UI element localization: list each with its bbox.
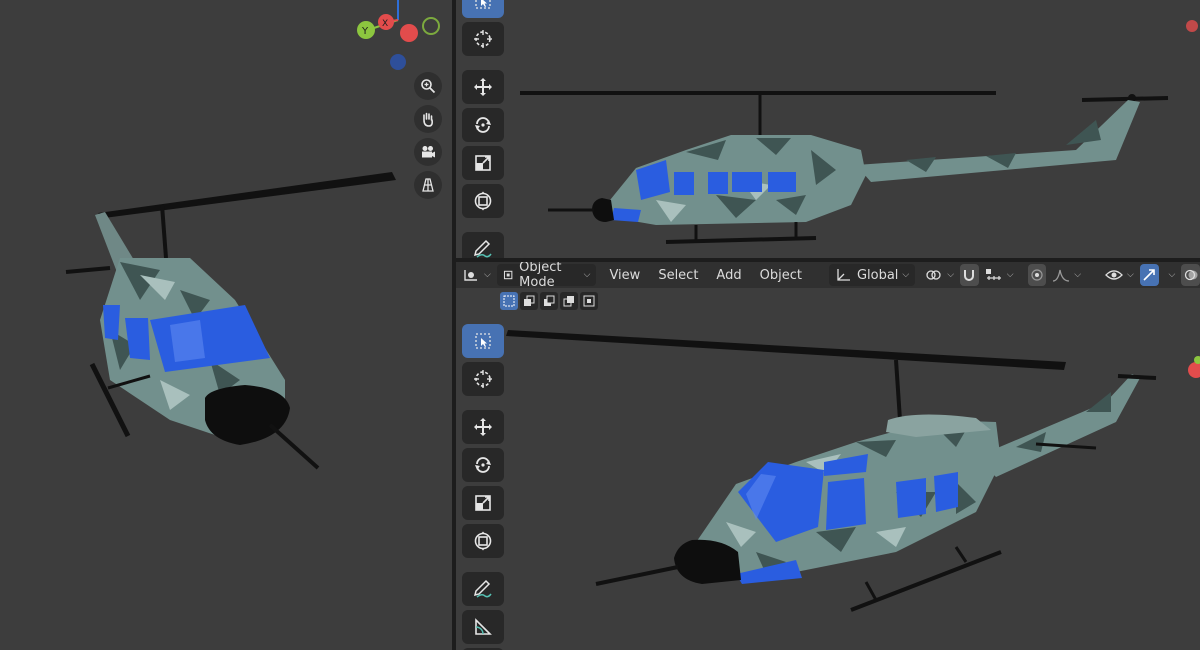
camera-icon[interactable]: [414, 138, 442, 166]
scale-icon[interactable]: [462, 486, 504, 520]
menu-add[interactable]: Add: [707, 264, 750, 286]
menu-view[interactable]: View: [600, 264, 649, 286]
select-box-icon[interactable]: [462, 0, 504, 18]
editor-type-dropdown[interactable]: ⌵: [456, 264, 497, 286]
hand-pan-icon[interactable]: [414, 105, 442, 133]
helicopter-perspective-view: Y X: [65, 0, 440, 470]
menu-object[interactable]: Object: [751, 264, 811, 286]
viewport-bottom-right[interactable]: ⌵ Object Mode ⌵ View Select Add Object Gl…: [456, 262, 1200, 650]
transform-icon[interactable]: [462, 524, 504, 558]
pivot-point-dropdown[interactable]: ⌵: [919, 264, 960, 286]
select-intersect-icon[interactable]: [580, 292, 598, 310]
toolbar-top: [462, 0, 504, 258]
annotate-icon[interactable]: [462, 232, 504, 258]
object-mode-icon: [503, 270, 513, 280]
cursor-icon[interactable]: [462, 22, 504, 56]
snap-magnet-icon[interactable]: [960, 264, 979, 286]
gizmo-dropdown[interactable]: ⌵: [1159, 264, 1182, 286]
cursor-icon[interactable]: [462, 362, 504, 396]
viewport-left[interactable]: Y X: [0, 0, 452, 650]
transform-icon[interactable]: [462, 184, 504, 218]
svg-text:X: X: [382, 19, 388, 29]
viewport-header: ⌵ Object Mode ⌵ View Select Add Object Gl…: [456, 262, 1200, 290]
select-extend-icon[interactable]: [520, 292, 538, 310]
eye-icon: [1105, 270, 1123, 280]
visibility-dropdown[interactable]: ⌵: [1099, 264, 1140, 286]
annotate-icon[interactable]: [462, 572, 504, 606]
grid-perspective-icon[interactable]: [414, 171, 442, 199]
menu-select[interactable]: Select: [649, 264, 707, 286]
selection-mode-buttons: [500, 292, 598, 312]
select-subtract-icon[interactable]: [540, 292, 558, 310]
move-icon[interactable]: [462, 70, 504, 104]
svg-text:Y: Y: [361, 26, 369, 37]
axes-editor-icon: [464, 270, 477, 281]
helicopter-side-view: [520, 20, 1198, 244]
select-box-icon[interactable]: [462, 324, 504, 358]
rotate-icon[interactable]: [462, 448, 504, 482]
measure-icon[interactable]: [462, 610, 504, 644]
orientation-label: Global: [856, 267, 899, 283]
viewport-top-right[interactable]: [456, 0, 1200, 258]
select-new-icon[interactable]: [500, 292, 518, 310]
mode-dropdown[interactable]: Object Mode ⌵: [496, 262, 597, 290]
pivot-icon: [926, 270, 941, 280]
snap-target-dropdown[interactable]: ⌵: [979, 264, 1020, 286]
proportional-edit-icon[interactable]: [1027, 264, 1047, 286]
axis-gizmo[interactable]: Y X: [357, 0, 440, 70]
mode-label: Object Mode: [519, 262, 562, 290]
gizmo-toggle-icon[interactable]: [1139, 264, 1159, 286]
helicopter-3d-view: [506, 330, 1200, 612]
overlay-icon[interactable]: [1181, 264, 1200, 286]
orientation-axes-icon: [837, 269, 850, 281]
toolbar-bottom: [462, 324, 504, 650]
zoom-icon[interactable]: [414, 72, 442, 100]
scale-icon[interactable]: [462, 146, 504, 180]
move-icon[interactable]: [462, 410, 504, 444]
falloff-curve-icon: [1053, 269, 1070, 282]
select-invert-icon[interactable]: [560, 292, 578, 310]
rotate-icon[interactable]: [462, 108, 504, 142]
falloff-dropdown[interactable]: ⌵: [1046, 264, 1087, 286]
transform-orientation-dropdown[interactable]: Global ⌵: [828, 264, 916, 286]
snap-increment-icon: [985, 269, 1001, 280]
